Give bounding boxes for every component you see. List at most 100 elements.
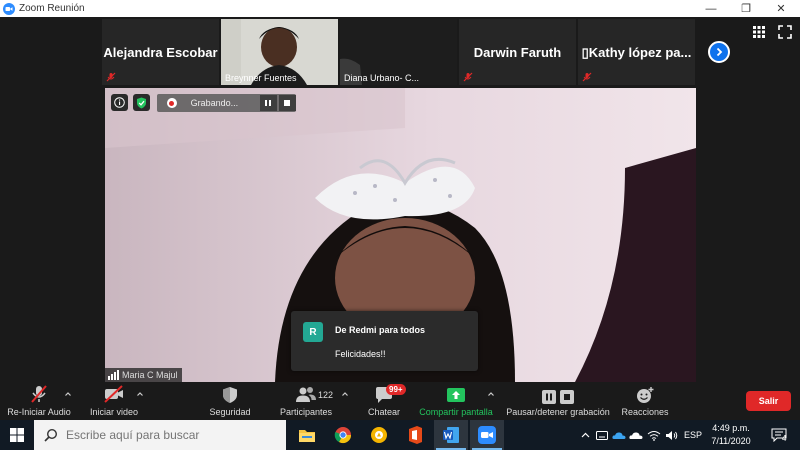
zoom-icon xyxy=(478,426,496,444)
muted-mic-icon xyxy=(106,72,116,82)
share-screen-label: Compartir pantalla xyxy=(419,407,493,417)
leave-meeting-button[interactable]: Salir xyxy=(746,391,791,411)
windows-logo-icon xyxy=(10,428,24,442)
participant-name: Diana Urbano- C... xyxy=(344,73,420,83)
file-explorer-app[interactable] xyxy=(290,420,324,450)
action-center-button[interactable]: 4 xyxy=(764,420,794,450)
shield-icon xyxy=(223,387,237,403)
shield-check-icon xyxy=(137,97,146,108)
start-button[interactable] xyxy=(0,420,34,450)
participant-name: Alejandra Escobar xyxy=(103,45,218,60)
chat-unread-badge: 99+ xyxy=(386,384,406,395)
keyboard-icon[interactable] xyxy=(595,420,609,450)
notification-count: 4 xyxy=(782,434,787,443)
participants-icon xyxy=(296,387,316,402)
participant-tile-video[interactable]: Diana Urbano- C... xyxy=(340,19,457,85)
pause-icon xyxy=(542,390,556,404)
participant-name: Breynner Fuentes xyxy=(225,73,297,83)
chat-notification[interactable]: R De Redmi para todos Felicidades!! xyxy=(291,311,478,371)
muted-mic-icon xyxy=(582,72,592,82)
window-title: Zoom Reunión xyxy=(19,3,85,14)
encryption-status-button[interactable] xyxy=(133,94,150,111)
reactions-label: Reacciones xyxy=(621,407,669,417)
minimize-button[interactable]: — xyxy=(696,0,726,17)
meeting-toolbar: Re-Iniciar Audio Iniciar video Seguridad… xyxy=(0,382,800,420)
signal-strength-icon xyxy=(108,370,119,380)
muted-mic-icon xyxy=(31,385,47,403)
participant-name: ▯Kathy lópez pa... xyxy=(581,45,692,60)
volume-icon[interactable] xyxy=(664,420,678,450)
participants-button[interactable]: Participantes xyxy=(278,382,334,420)
audio-button[interactable]: Re-Iniciar Audio xyxy=(5,382,73,420)
browser-icon xyxy=(371,427,387,443)
participant-tile[interactable]: Darwin Faruth xyxy=(459,19,576,85)
info-icon xyxy=(114,97,125,108)
taskbar-clock[interactable]: 4:49 p.m. 7/11/2020 xyxy=(706,422,756,450)
muted-mic-icon xyxy=(463,72,473,82)
share-screen-button[interactable]: Compartir pantalla xyxy=(416,382,496,420)
input-language[interactable]: ESP xyxy=(682,420,704,450)
wifi-icon[interactable] xyxy=(646,420,662,450)
office-app[interactable] xyxy=(398,420,432,450)
recording-label: Grabando... xyxy=(190,98,239,108)
onedrive-icon[interactable] xyxy=(612,420,626,450)
tray-chevron-up-icon[interactable] xyxy=(578,420,592,450)
chat-label: Chatear xyxy=(367,407,401,417)
word-icon xyxy=(443,427,459,443)
zoom-window: Zoom Reunión — ❐ ✕ Alejandra Escobar Bre… xyxy=(0,0,800,450)
close-button[interactable]: ✕ xyxy=(766,0,796,17)
participants-label: Participantes xyxy=(279,407,333,417)
security-label: Seguridad xyxy=(209,407,251,417)
participant-tile[interactable]: Alejandra Escobar xyxy=(102,19,219,85)
pause-icon xyxy=(265,100,272,106)
fullscreen-icon[interactable] xyxy=(778,25,792,39)
windows-taskbar: ESP 4:49 p.m. 7/11/2020 4 xyxy=(0,420,800,450)
taskbar-search[interactable] xyxy=(34,420,286,450)
participant-tile[interactable]: ▯Kathy lópez pa... xyxy=(578,19,695,85)
pause-stop-recording-button[interactable]: Pausar/detener grabación xyxy=(504,382,612,420)
next-page-button[interactable] xyxy=(708,41,730,63)
folder-icon xyxy=(299,429,315,442)
office-icon xyxy=(409,426,422,444)
chevron-right-icon xyxy=(716,47,723,57)
speaker-name-tag: Maria C Majul xyxy=(105,368,182,382)
audio-options-chevron-icon[interactable] xyxy=(64,390,72,398)
chrome-icon xyxy=(334,427,352,444)
browser-app[interactable] xyxy=(362,420,396,450)
recording-controls-label: Pausar/detener grabación xyxy=(506,407,610,417)
cloud-icon[interactable] xyxy=(629,420,643,450)
clock-date: 7/11/2020 xyxy=(711,436,751,446)
maximize-button[interactable]: ❐ xyxy=(731,0,761,17)
gallery-strip: Alejandra Escobar Breynner Fuentes Diana… xyxy=(0,17,800,88)
video-button[interactable]: Iniciar video xyxy=(86,382,142,420)
zoom-app[interactable] xyxy=(470,420,504,450)
avatar: R xyxy=(303,322,323,342)
word-app[interactable] xyxy=(434,420,468,450)
recording-indicator: Grabando... xyxy=(157,94,296,112)
participants-count: 122 xyxy=(318,390,334,400)
gallery-view-icon[interactable] xyxy=(752,25,766,39)
participants-options-chevron-icon[interactable] xyxy=(341,390,349,398)
recording-icon xyxy=(167,98,177,108)
speaker-name: Maria C Majul xyxy=(122,370,178,380)
video-off-icon xyxy=(104,385,123,403)
stop-icon xyxy=(284,100,291,106)
audio-label: Re-Iniciar Audio xyxy=(7,407,71,417)
chrome-app[interactable] xyxy=(326,420,360,450)
participant-tile-video[interactable]: Breynner Fuentes xyxy=(221,19,338,85)
search-input[interactable] xyxy=(66,428,266,442)
title-bar: Zoom Reunión — ❐ ✕ xyxy=(0,0,800,17)
meeting-info-button[interactable] xyxy=(111,94,128,111)
pause-recording-button[interactable] xyxy=(259,95,277,111)
zoom-app-icon xyxy=(3,2,15,15)
share-options-chevron-icon[interactable] xyxy=(487,390,495,398)
stop-icon xyxy=(560,390,574,404)
security-button[interactable]: Seguridad xyxy=(205,382,255,420)
video-label: Iniciar video xyxy=(89,407,139,417)
reactions-button[interactable]: Reacciones xyxy=(620,382,670,420)
video-options-chevron-icon[interactable] xyxy=(136,390,144,398)
stop-recording-button[interactable] xyxy=(278,95,296,111)
emoji-plus-icon xyxy=(637,387,654,403)
clock-time: 4:49 p.m. xyxy=(712,423,750,433)
chat-message: Felicidades!! xyxy=(335,349,386,359)
